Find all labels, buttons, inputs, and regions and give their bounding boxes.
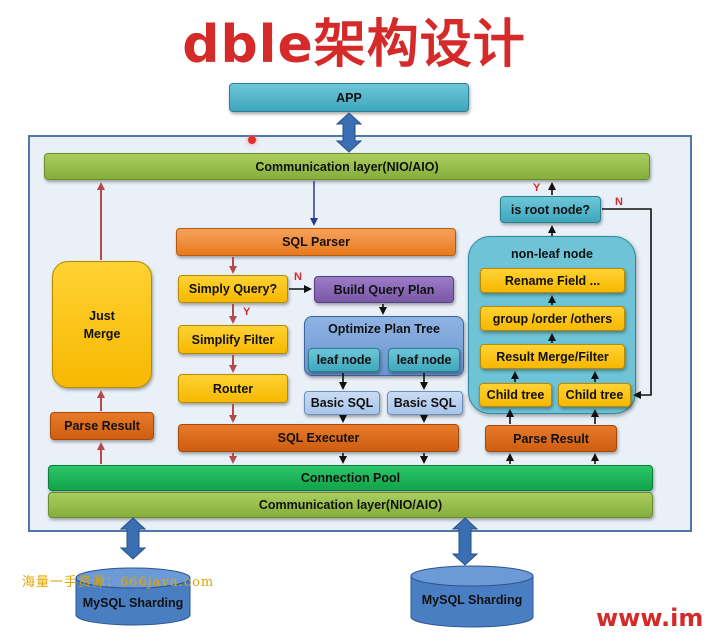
label-n-simply-query: N: [294, 271, 302, 283]
label-y-simply-query: Y: [243, 306, 251, 318]
mysql-right-double-arrow: [451, 517, 479, 566]
label-n-root-node: N: [615, 196, 623, 208]
app-double-arrow: [335, 112, 363, 153]
mysql-left-double-arrow: [119, 517, 147, 560]
mysql-sharding-left: MySQL Sharding: [82, 596, 184, 610]
label-y-root-node: Y: [533, 182, 541, 194]
website-text: www.im: [596, 604, 704, 632]
mysql-sharding-right: MySQL Sharding: [421, 593, 523, 607]
watermark-text: 海量一手资源：666java.com: [22, 575, 215, 590]
connector-arrows: [75, 112, 652, 628]
